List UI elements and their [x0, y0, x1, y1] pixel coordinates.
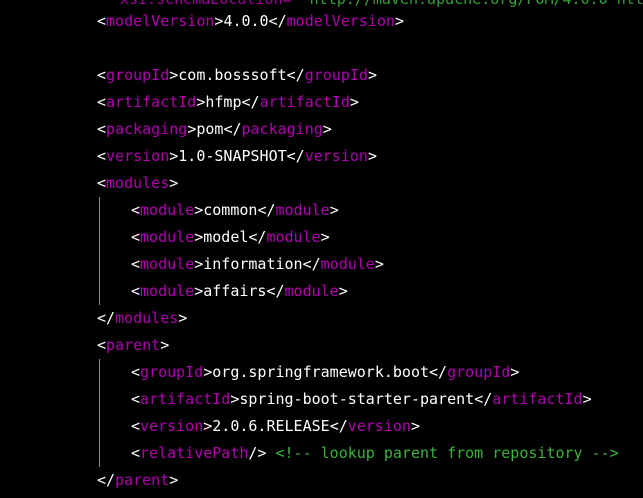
code-line-modules-close[interactable]: </modules> — [97, 305, 187, 332]
code-line-modules-open[interactable]: <modules> — [97, 170, 178, 197]
tag-name: groupId — [106, 66, 170, 84]
indent-guide-modules — [99, 197, 100, 305]
tag-name: module — [140, 228, 195, 246]
tag-name: artifactId — [106, 93, 197, 111]
tag-value: org.springframework.boot — [212, 363, 430, 381]
code-editor[interactable]: xsi:schemaLocation= "http://maven.apache… — [0, 0, 643, 498]
tag-name: modules — [115, 309, 179, 327]
code-line-version[interactable]: <version>1.0-SNAPSHOT</version> — [97, 143, 377, 170]
tag-value: pom — [196, 120, 224, 138]
code-line-parent-close[interactable]: </parent> — [97, 467, 178, 494]
code-line-module[interactable]: <module>model</module> — [131, 224, 330, 251]
code-line-module[interactable]: <module>affairs</module> — [131, 278, 348, 305]
tag-value: 1.0-SNAPSHOT — [178, 147, 287, 165]
xml-comment: <!-- lookup parent from repository --> — [275, 444, 619, 462]
tag-name: relativePath — [140, 444, 249, 462]
tag-name: parent — [115, 471, 170, 489]
tag-name: version — [347, 417, 411, 435]
tag-name: module — [140, 255, 195, 273]
tag-value: model — [203, 228, 249, 246]
code-line-module[interactable]: <module>common</module> — [131, 197, 339, 224]
code-line-module[interactable]: <module>information</module> — [131, 251, 384, 278]
tag-value: com.bosssoft — [178, 66, 287, 84]
tag-name: module — [266, 228, 321, 246]
tag-name: packaging — [106, 120, 188, 138]
code-line-parent-group-id[interactable]: <groupId>org.springframework.boot</group… — [131, 359, 519, 386]
code-line-packaging[interactable]: <packaging>pom</packaging> — [97, 116, 332, 143]
tag-name: artifactId — [259, 93, 350, 111]
code-line-model-version[interactable]: <modelVersion>4.0.0</modelVersion> — [97, 8, 404, 35]
tag-name: version — [106, 147, 170, 165]
tag-name: modelVersion — [106, 12, 215, 30]
tag-name: packaging — [241, 120, 323, 138]
tag-name: module — [284, 282, 339, 300]
tag-value: 4.0.0 — [223, 12, 269, 30]
tag-name: groupId — [447, 363, 511, 381]
code-line-parent-artifact-id[interactable]: <artifactId>spring-boot-starter-parent</… — [131, 386, 592, 413]
tag-value: common — [203, 201, 258, 219]
tag-name: parent — [106, 336, 161, 354]
tag-value: affairs — [203, 282, 267, 300]
schema-location-url: "http://maven.apache.org/POM/4.0.0 http — [301, 0, 643, 8]
tag-name: groupId — [140, 363, 204, 381]
tag-name: version — [304, 147, 368, 165]
tag-name: modelVersion — [286, 12, 396, 30]
tag-name: artifactId — [492, 390, 583, 408]
code-line-relative-path[interactable]: <relativePath/> <!-- lookup parent from … — [131, 440, 619, 467]
tag-name: modules — [106, 174, 170, 192]
indent-guide-parent — [99, 359, 100, 467]
tag-name: version — [140, 417, 204, 435]
tag-name: module — [320, 255, 375, 273]
tag-value: hfmp — [205, 93, 242, 111]
tag-name: groupId — [304, 66, 368, 84]
tag-value: information — [203, 255, 303, 273]
tag-name: module — [275, 201, 330, 219]
tag-name: module — [140, 282, 195, 300]
tag-value: 2.0.6.RELEASE — [212, 417, 330, 435]
code-line-artifact-id[interactable]: <artifactId>hfmp</artifactId> — [97, 89, 359, 116]
code-line-parent-version[interactable]: <version>2.0.6.RELEASE</version> — [131, 413, 420, 440]
schema-location-attr: xsi:schemaLocation= — [120, 0, 292, 8]
tag-name: module — [140, 201, 195, 219]
tag-name: artifactId — [140, 390, 231, 408]
code-line-group-id[interactable]: <groupId>com.bosssoft</groupId> — [97, 62, 377, 89]
tag-value: spring-boot-starter-parent — [239, 390, 475, 408]
code-line-parent-open[interactable]: <parent> — [97, 332, 169, 359]
